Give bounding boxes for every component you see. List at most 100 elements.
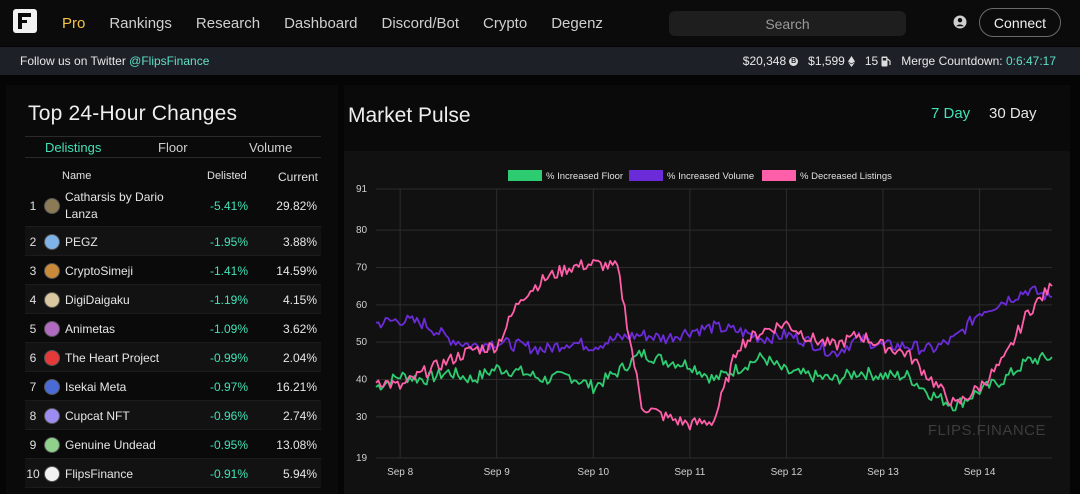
current-value: 5.94% [282,466,317,481]
delisted-value: -0.97% [209,379,248,394]
current-value: 2.74% [282,408,317,423]
connect-button[interactable]: Connect [979,8,1061,37]
ethereum-icon [847,55,855,67]
y-tick-label: 50 [356,337,368,348]
twitter-handle-link[interactable]: @FlipsFinance [129,54,209,68]
column-header-current: Current [278,170,319,184]
row-rank: 6 [29,350,37,365]
x-tick-label: Sep 14 [964,467,996,478]
collection-avatar-icon [44,262,60,279]
user-icon[interactable] [953,15,967,29]
row-rank: 10 [26,466,40,481]
x-tick-label: Sep 9 [484,467,511,478]
table-row[interactable]: 8 Cupcat NFT -0.96% 2.74% [25,401,321,430]
collection-name: Animetas [65,321,116,336]
tab-delistings[interactable]: Delistings [45,140,101,155]
row-rank: 1 [29,199,37,213]
top-changes-panel: Top 24-Hour Changes Delistings Floor Vol… [6,85,338,494]
nav-menu: Pro Rankings Research Dashboard Discord/Bot C… [62,0,627,46]
changes-tabs: Delistings Floor Volume [25,136,321,158]
current-value: 3.88% [282,234,317,249]
x-tick-label: Sep 11 [674,467,705,478]
table-row[interactable]: 10 FlipsFinance -0.91% 5.94% [25,459,321,488]
row-rank: 5 [29,321,37,336]
legend-swatch [762,170,796,181]
changes-table: 1 Catharsis by Dario Lanza -5.41% 29.82% 2 PE… [25,185,321,488]
nav-crypto[interactable]: Crypto [483,15,527,32]
table-row[interactable]: 1 Catharsis by Dario Lanza -5.41% 29.82% [25,185,321,227]
search-input[interactable] [669,11,906,36]
eth-price: $1,599 [808,54,855,68]
table-row[interactable]: 5 Animetas -1.09% 3.62% [25,314,321,343]
y-tick-label: 30 [356,412,368,423]
tab-volume[interactable]: Volume [249,140,292,155]
current-value: 3.62% [282,321,317,336]
panel-title: Market Pulse [348,104,471,127]
x-tick-label: Sep 12 [771,467,803,478]
gas-pump-icon [881,56,891,66]
delisted-value: -1.19% [209,292,248,307]
current-value: 4.15% [282,292,317,307]
delisted-value: -0.96% [209,408,248,423]
delisted-value: -1.09% [209,321,248,336]
collection-avatar-icon [44,436,60,453]
column-header-name: Name [62,170,92,182]
row-rank: 8 [29,408,37,423]
y-tick-label: 60 [356,300,368,311]
collection-name: The Heart Project [65,350,160,365]
table-row[interactable]: 6 The Heart Project -0.99% 2.04% [25,343,321,372]
gas-value: 15 [864,54,879,68]
delisted-value: -0.99% [209,350,248,365]
series-line [375,348,1053,412]
merge-label: Merge Countdown: [901,54,1003,68]
y-tick-label: 91 [356,184,368,195]
collection-avatar-icon [44,320,60,337]
collection-avatar-icon [44,198,60,214]
table-row[interactable]: 7 Isekai Meta -0.97% 16.21% [25,372,321,401]
delisted-value: -1.41% [209,263,248,278]
collection-avatar-icon [44,378,60,395]
merge-countdown-value: 0:6:47:17 [1005,54,1056,68]
flips-logo-icon[interactable] [13,9,37,33]
market-pulse-chart: 19 30 40 50 60 70 80 91 Sep 8 Sep 9 Sep 10 Sep 11 Se… [344,151,1070,494]
nav-pro[interactable]: Pro [62,15,85,32]
y-tick-label: 80 [356,225,368,236]
x-tick-label: Sep 10 [577,467,609,478]
delisted-value: -1.95% [209,234,248,249]
tab-floor[interactable]: Floor [158,140,188,155]
row-rank: 3 [29,263,37,278]
y-tick-label: 70 [356,262,368,273]
market-pulse-panel: Market Pulse 7 Day 30 Day 19 30 40 50 60 70 80… [344,85,1070,494]
table-row[interactable]: 2 PEGZ -1.95% 3.88% [25,227,321,256]
current-value: 29.82% [276,199,317,213]
nav-dashboard[interactable]: Dashboard [284,15,357,32]
table-row[interactable]: 4 DigiDaigaku -1.19% 4.15% [25,285,321,314]
collection-name: Catharsis by Dario Lanza [65,190,164,221]
collection-name: FlipsFinance [65,466,134,481]
delisted-value: -0.91% [209,466,248,481]
current-value: 13.08% [276,437,317,452]
toggle-7-day[interactable]: 7 Day [931,105,970,122]
table-row[interactable]: 9 Genuine Undead -0.95% 13.08% [25,430,321,459]
nav-discord-bot[interactable]: Discord/Bot [381,15,459,32]
nav-rankings[interactable]: Rankings [109,15,172,32]
table-row[interactable]: 3 CryptoSimeji -1.41% 14.59% [25,256,321,285]
y-tick-label: 19 [356,453,368,464]
nav-degenz[interactable]: Degenz [551,15,603,32]
btc-price: $20,348 B [743,54,799,68]
row-rank: 9 [29,437,37,452]
collection-name: DigiDaigaku [65,292,130,307]
legend-swatch [629,170,663,181]
merge-countdown: Merge Countdown: 0:6:47:17 [901,54,1056,68]
row-rank: 4 [29,292,37,307]
nav-research[interactable]: Research [196,15,260,32]
current-value: 14.59% [276,263,317,278]
current-value: 16.21% [276,379,317,394]
toggle-30-day[interactable]: 30 Day [989,105,1037,122]
y-tick-label: 40 [356,375,368,386]
gas-price: 15 [865,54,891,68]
follow-text: Follow us on Twitter [20,54,130,68]
x-tick-label: Sep 8 [387,467,414,478]
collection-name: Genuine Undead [65,437,156,452]
legend-label: % Decreased Listings [800,171,892,182]
